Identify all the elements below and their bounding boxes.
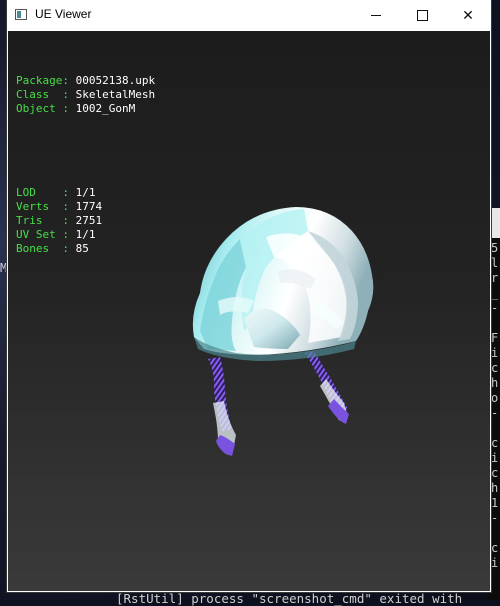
console-line: i — [491, 346, 499, 360]
console-line: c — [491, 466, 499, 480]
minimize-button[interactable] — [353, 0, 399, 31]
maximize-icon — [416, 10, 428, 21]
app-icon — [15, 9, 27, 20]
console-line: F — [491, 331, 499, 345]
close-icon: ✕ — [462, 7, 474, 24]
mesh-right-leg — [305, 351, 349, 424]
console-command-text: [RstUtil] process "screenshot_cmd" exite… — [116, 591, 463, 606]
title-bar[interactable]: UE Viewer ✕ — [7, 0, 491, 31]
console-line: _ — [491, 286, 499, 300]
console-line: c — [491, 361, 499, 375]
console-line: i — [491, 556, 499, 570]
3d-viewport[interactable]: Package: 00052138.upk Class : SkeletalMes… — [8, 31, 490, 591]
mesh-left-leg — [208, 357, 236, 456]
console-line: - — [491, 406, 499, 420]
console-line: o — [491, 391, 499, 405]
close-button[interactable]: ✕ — [445, 0, 491, 31]
console-line: i — [491, 451, 499, 465]
console-scrollbar-thumb[interactable] — [492, 208, 500, 238]
ue-viewer-window[interactable]: UE Viewer ✕ Package: 00052138.upk Class :… — [7, 0, 491, 592]
console-line: r — [491, 271, 499, 285]
window-title: UE Viewer — [35, 7, 92, 21]
console-line: h — [491, 481, 499, 495]
console-line: c — [491, 541, 499, 555]
console-line: h — [491, 376, 499, 390]
console-lines: 5 l r _ - Fi c h o - c i c h 1- c i — [491, 241, 498, 571]
maximize-button[interactable] — [399, 0, 445, 31]
mesh-hood — [192, 207, 374, 361]
console-line: 1 — [491, 496, 499, 510]
skeletal-mesh-render[interactable] — [8, 31, 490, 591]
console-line: 5 — [491, 241, 499, 255]
console-line: - — [491, 511, 499, 525]
minimize-icon — [371, 15, 381, 16]
console-line: c — [491, 436, 499, 450]
console-line: l — [491, 256, 499, 270]
console-line: - — [491, 301, 499, 315]
